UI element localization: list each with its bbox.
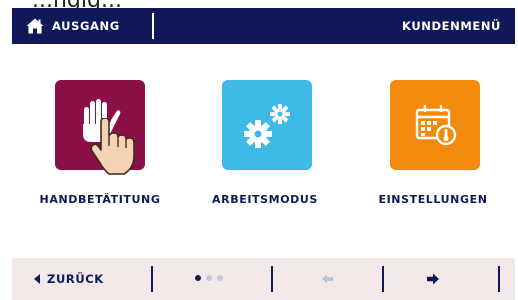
manual-operation-label: HANDBETÄTITUNG (39, 193, 161, 206)
back-label: ZURÜCK (47, 272, 104, 286)
next-page-button[interactable] (420, 268, 446, 290)
operating-mode-item: ARBEITSMODUS (190, 80, 340, 210)
gears-icon (244, 104, 290, 148)
header-divider (152, 13, 154, 39)
arrow-left-icon (322, 274, 333, 284)
footer-divider (271, 266, 273, 292)
footer-divider (151, 266, 153, 292)
settings-item: EINSTELLUNGEN (358, 80, 508, 210)
exit-button[interactable]: AUSGANG (12, 8, 147, 44)
arrow-right-icon (427, 273, 439, 285)
footer-divider (382, 266, 384, 292)
page-dot-active (195, 275, 201, 281)
header-bar: AUSGANG KUNDENMENÜ (12, 8, 515, 44)
footer-divider (498, 266, 500, 292)
settings-tile[interactable] (390, 80, 480, 170)
page-indicator (195, 275, 223, 281)
customer-menu-button[interactable]: KUNDENMENÜ (402, 8, 501, 44)
calendar-thermometer-icon (415, 105, 457, 146)
settings-label: EINSTELLUNGEN (378, 193, 488, 206)
manual-operation-tile[interactable] (55, 80, 145, 175)
manual-operation-item: HANDBETÄTITUNG (25, 80, 175, 210)
footer-bar: ZURÜCK (12, 258, 515, 300)
operating-mode-label: ARBEITSMODUS (212, 193, 318, 206)
page-dot (217, 275, 223, 281)
page-dot (206, 275, 212, 281)
exit-label: AUSGANG (52, 19, 120, 33)
pointing-finger-icon (90, 118, 135, 175)
screen: ...ngig... AUSGANG KUNDENMENÜ HANDBETÄTI… (0, 0, 518, 300)
customer-menu-label: KUNDENMENÜ (402, 19, 501, 33)
back-button[interactable]: ZURÜCK (34, 258, 144, 300)
previous-page-button[interactable] (314, 268, 340, 290)
home-icon (26, 18, 44, 34)
caret-left-icon (34, 274, 40, 284)
operating-mode-tile[interactable] (222, 80, 312, 170)
